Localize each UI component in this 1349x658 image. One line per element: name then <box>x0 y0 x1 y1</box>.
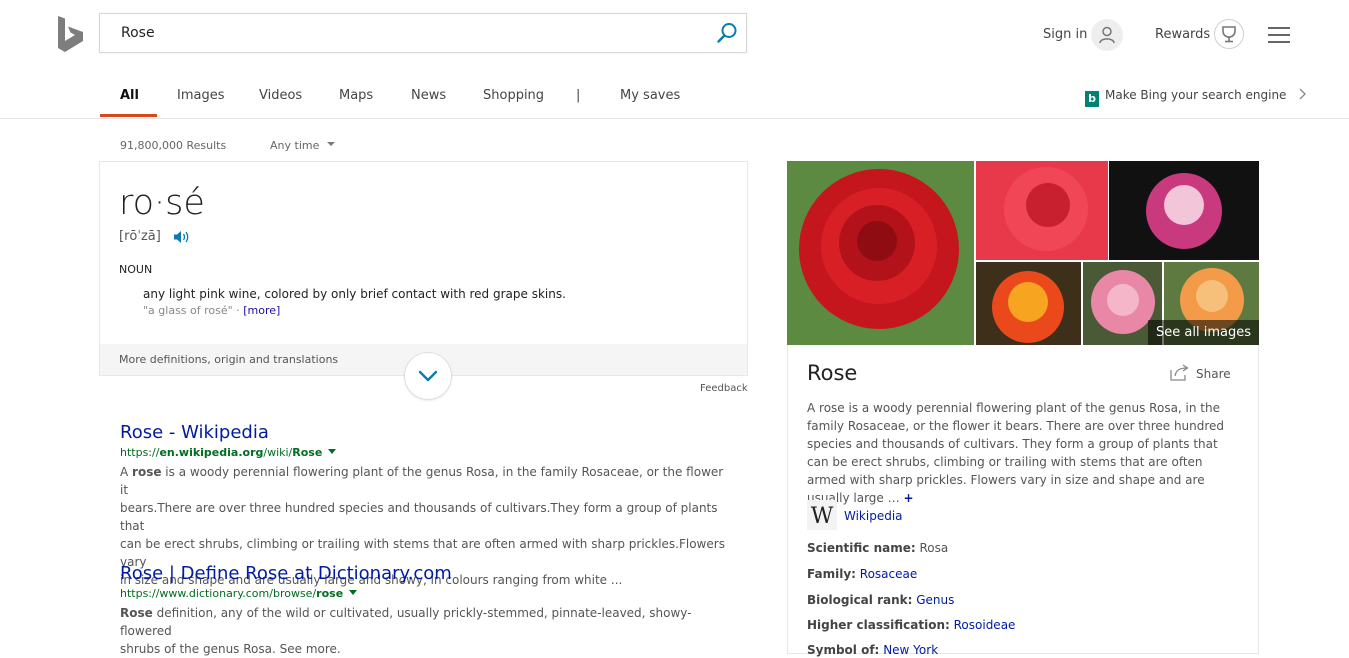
url-keyword: rose <box>316 587 344 600</box>
make-bing-label: Make Bing your search engine <box>1105 88 1287 102</box>
rose-image-magenta[interactable] <box>1109 161 1259 260</box>
expand-dictionary-button[interactable] <box>404 352 452 400</box>
rewards-trophy-icon[interactable] <box>1214 19 1244 49</box>
caret-down-icon[interactable] <box>349 590 358 595</box>
magenta-rose-picture <box>1109 161 1259 260</box>
make-bing-default-link[interactable]: b Make Bing your search engine <box>1085 88 1308 107</box>
knowledge-panel-description: A rose is a woody perennial flowering pl… <box>807 401 1225 505</box>
trophy-icon <box>1222 26 1236 43</box>
pink-red-rose-picture <box>976 161 1108 260</box>
result-url[interactable]: https://www.dictionary.com/browse/rose <box>120 587 358 600</box>
time-filter-label: Any time <box>270 139 320 152</box>
tab-videos[interactable]: Videos <box>259 88 302 103</box>
share-button[interactable]: Share <box>1170 364 1231 381</box>
fact-family: Family: Rosaceae <box>807 567 918 581</box>
bing-b-icon: b <box>1085 91 1099 107</box>
results-count: 91,800,000 Results <box>120 139 227 152</box>
fact-higher-classification: Higher classification: Rosoideae <box>807 618 1016 632</box>
search-icon[interactable] <box>716 22 738 44</box>
tab-news[interactable]: News <box>411 88 446 103</box>
fact-biological-rank: Biological rank: Genus <box>807 593 955 607</box>
fact-rank-link[interactable]: Genus <box>916 593 954 607</box>
sign-in-link[interactable]: Sign in <box>1043 27 1087 42</box>
result-title[interactable]: Rose - Wikipedia <box>120 422 269 443</box>
tab-all[interactable]: All <box>120 88 139 103</box>
result-title[interactable]: Rose | Define Rose at Dictionary.com <box>120 563 452 584</box>
speaker-icon[interactable] <box>172 229 192 245</box>
dictionary-headword: ro·sé <box>119 183 205 223</box>
pronunciation: [rōˈzā] <box>119 229 161 244</box>
snippet-line: bears.There are over three hundred speci… <box>120 501 718 533</box>
url-path: /wiki/ <box>263 446 293 459</box>
wikipedia-icon[interactable]: W <box>807 500 837 530</box>
hamburger-menu-icon[interactable] <box>1268 26 1290 44</box>
more-link[interactable]: [more] <box>243 304 280 317</box>
search-input[interactable] <box>119 24 703 42</box>
red-rose-picture <box>787 161 974 345</box>
more-definitions-link[interactable]: More definitions, origin and translation… <box>119 353 338 366</box>
tab-shopping[interactable]: Shopping <box>483 88 544 103</box>
url-prefix: https:// <box>120 446 160 459</box>
url-prefix: https://www.dictionary.com/browse/ <box>120 587 317 600</box>
knowledge-panel-title: Rose <box>807 361 858 385</box>
part-of-speech: NOUN <box>119 263 153 276</box>
tab-separator: | <box>576 88 581 103</box>
rose-image-grid[interactable]: See all images <box>787 161 1259 345</box>
bing-logo[interactable] <box>56 15 84 53</box>
tab-my-saves[interactable]: My saves <box>620 88 680 103</box>
see-all-images-link[interactable]: See all images <box>1148 320 1259 345</box>
tab-images[interactable]: Images <box>177 88 225 103</box>
time-filter-dropdown[interactable]: Any time <box>270 139 336 152</box>
svg-text:W: W <box>811 504 834 529</box>
definition-text: any light pink wine, colored by only bri… <box>143 287 566 301</box>
search-box[interactable] <box>99 13 747 53</box>
definition-example: "a glass of rosé" · [more] <box>143 304 280 317</box>
fact-scientific-name: Scientific name: Rosa <box>807 541 949 555</box>
wikipedia-w-icon: W <box>811 504 834 529</box>
example-text: "a glass of rosé" · <box>143 304 244 317</box>
share-icon <box>1170 364 1189 381</box>
snippet-line: shrubs of the genus Rosa. See more. <box>120 642 341 656</box>
url-domain: en.wikipedia.org <box>159 446 264 459</box>
snippet-line: A rose is a woody perennial flowering pl… <box>120 465 724 497</box>
rose-image-pink-red[interactable] <box>976 161 1108 260</box>
rose-image-red-large[interactable] <box>787 161 974 345</box>
url-keyword: Rose <box>292 446 323 459</box>
result-snippet: Rose definition, any of the wild or cult… <box>120 604 732 658</box>
chevron-down-icon <box>418 370 438 382</box>
snippet-line: Rose definition, any of the wild or cult… <box>120 606 692 638</box>
rose-image-orange-red[interactable] <box>976 262 1081 345</box>
rewards-link[interactable]: Rewards <box>1155 27 1210 42</box>
result-url[interactable]: https://en.wikipedia.org/wiki/Rose <box>120 446 337 459</box>
fact-family-link[interactable]: Rosaceae <box>860 567 917 581</box>
active-tab-underline <box>100 114 157 117</box>
orange-rose-picture <box>976 262 1081 345</box>
avatar[interactable] <box>1091 19 1123 51</box>
nav-divider <box>0 118 1349 119</box>
expand-description-button[interactable]: + <box>903 491 913 505</box>
tab-maps[interactable]: Maps <box>339 88 373 103</box>
user-icon <box>1099 26 1115 44</box>
fact-symbol-link[interactable]: New York <box>883 643 938 657</box>
caret-down-icon <box>326 142 335 146</box>
share-label: Share <box>1196 367 1231 381</box>
chevron-right-icon <box>1299 88 1307 100</box>
fact-classification-link[interactable]: Rosoideae <box>954 618 1016 632</box>
fact-symbol-of: Symbol of: New York <box>807 643 939 657</box>
wikipedia-link[interactable]: Wikipedia <box>844 509 903 523</box>
caret-down-icon[interactable] <box>328 449 337 454</box>
feedback-link[interactable]: Feedback <box>700 383 748 394</box>
